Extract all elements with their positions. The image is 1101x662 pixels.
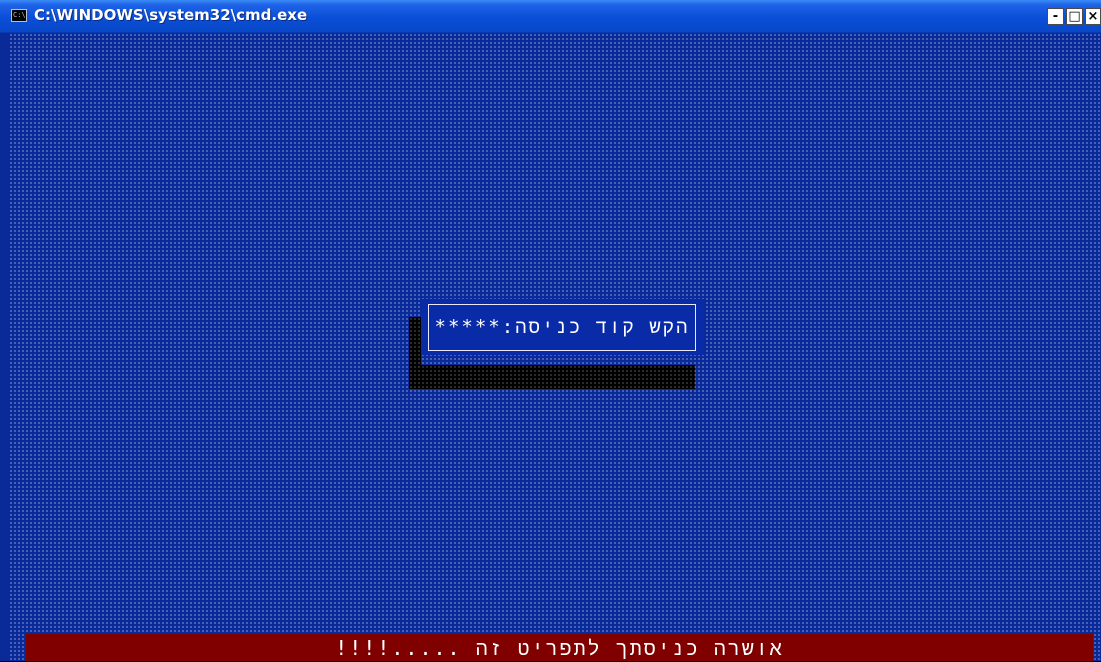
status-message: אושרה כניסתך לתפריט זה .....!!!! [335,636,784,660]
cmd-window: C:\ C:\WINDOWS\system32\cmd.exe - □ × הק… [0,0,1101,661]
password-prompt[interactable]: הקש קוד כניסה:***** [429,305,695,350]
window-title: C:\WINDOWS\system32\cmd.exe [34,6,308,24]
console-icon[interactable]: C:\ [11,9,27,22]
title-bar[interactable]: C:\ C:\WINDOWS\system32\cmd.exe - □ × [0,0,1101,33]
minimize-button[interactable]: - [1047,8,1064,25]
status-bar: אושרה כניסתך לתפריט זה .....!!!! [26,634,1093,661]
close-button[interactable]: × [1085,8,1101,25]
dialog-frame: הקש קוד כניסה:***** [428,304,696,351]
dialog-shadow-bottom [409,365,695,389]
password-dialog: הקש קוד כניסה:***** [421,299,704,355]
console-left-edge [0,33,9,661]
maximize-button[interactable]: □ [1066,8,1083,25]
